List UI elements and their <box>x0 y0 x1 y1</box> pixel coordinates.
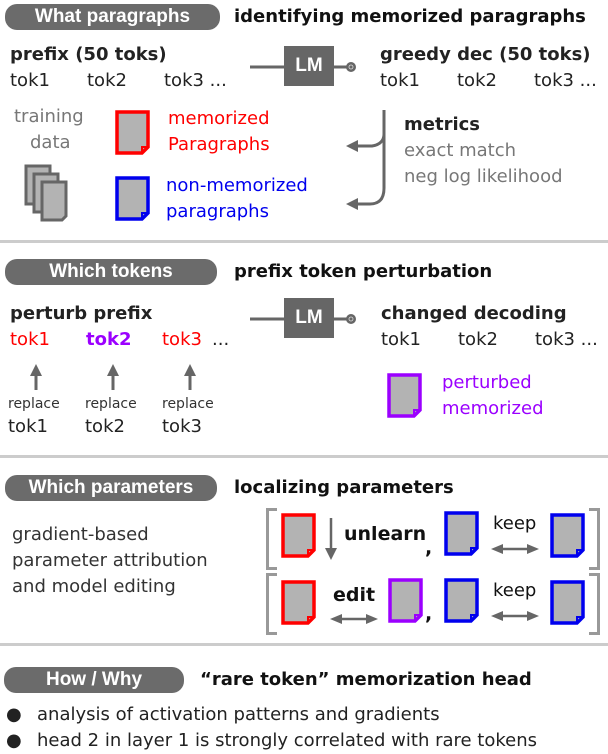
metric-neg-log-likelihood: neg log likelihood <box>404 166 563 187</box>
params-description-line1: gradient-based <box>12 524 149 545</box>
changed-token-1: tok1 <box>381 329 421 350</box>
non-memorized-label-line2: paragraphs <box>166 201 269 222</box>
section-divider-1 <box>0 240 608 243</box>
replace-token-1: tok1 <box>8 416 48 437</box>
section-heading-identifying: identifying memorized paragraphs <box>234 6 586 27</box>
lm-box-2: LM <box>284 298 334 338</box>
training-data-label-line1: training <box>14 106 84 127</box>
edit-bracket-right <box>589 573 600 635</box>
edit-label: edit <box>333 584 376 606</box>
perturbed-label-line2: memorized <box>442 398 544 419</box>
edit-bracket-left <box>266 573 277 635</box>
section-divider-3 <box>0 643 608 646</box>
edit-keep-double-arrow-icon <box>491 611 539 621</box>
metrics-arrows-icon <box>346 110 386 210</box>
changed-token-2: tok2 <box>458 329 498 350</box>
section-pill-what-paragraphs: What paragraphs <box>5 4 220 30</box>
memorized-doc-icon <box>115 110 150 155</box>
non-memorized-doc-icon <box>115 176 150 221</box>
edit-keep-label: keep <box>493 580 537 601</box>
replace-arrow-icon-3 <box>184 364 196 390</box>
training-data-label-line2: data <box>30 132 71 153</box>
params-description-line2: parameter attribution <box>12 550 208 571</box>
bullet-item-1: analysis of activation patterns and grad… <box>37 704 440 725</box>
unlearn-keep-doc-icon-a <box>444 511 479 556</box>
edit-keep-doc-icon-a <box>444 578 479 623</box>
metrics-title: metrics <box>404 114 480 135</box>
output-token-2: tok2 <box>457 70 497 91</box>
bullet-marker-1: ● <box>6 704 22 725</box>
unlearn-bracket-left <box>266 508 277 570</box>
metric-exact-match: exact match <box>404 140 517 161</box>
perturb-token-1: tok1 <box>10 329 50 350</box>
perturb-token-2: tok2 <box>86 329 132 350</box>
edit-keep-doc-icon-b <box>550 580 585 625</box>
unlearn-keep-label: keep <box>493 513 537 534</box>
unlearn-comma: , <box>425 537 433 559</box>
edit-double-arrow-icon <box>330 614 378 624</box>
replace-label-1: replace <box>8 396 60 412</box>
unlearn-keep-double-arrow-icon <box>491 544 539 554</box>
params-description-line3: and model editing <box>12 576 176 597</box>
training-data-stack-icon <box>24 164 68 222</box>
perturbed-doc-icon <box>387 373 422 418</box>
memorized-label-line1: memorized <box>168 108 270 129</box>
prefix-token-1: tok1 <box>10 70 50 91</box>
prefix-token-3: tok3 ... <box>164 70 227 91</box>
perturb-token-ellipsis: ... <box>212 329 230 350</box>
replace-label-2: replace <box>85 396 137 412</box>
replace-token-3: tok3 <box>162 416 202 437</box>
non-memorized-label-line1: non-memorized <box>166 175 308 196</box>
edit-comma: , <box>425 603 433 625</box>
section-heading-prefix-perturbation: prefix token perturbation <box>234 261 493 282</box>
edit-memorized-doc-icon <box>281 580 316 625</box>
replace-label-3: replace <box>162 396 214 412</box>
output-token-3: tok3 ... <box>534 70 597 91</box>
section-pill-which-tokens: Which tokens <box>5 259 217 285</box>
edit-perturbed-doc-icon <box>388 578 423 623</box>
unlearn-memorized-doc-icon <box>281 513 316 558</box>
unlearn-keep-doc-icon-b <box>550 513 585 558</box>
bullet-item-2: head 2 in layer 1 is strongly correlated… <box>37 730 538 751</box>
changed-decoding-label: changed decoding <box>381 303 567 324</box>
prefix-label: prefix (50 toks) <box>10 44 167 65</box>
unlearn-down-arrow-icon <box>325 518 337 560</box>
lm-box: LM <box>284 46 334 86</box>
unlearn-label: unlearn <box>344 523 427 545</box>
changed-token-3: tok3 ... <box>535 329 598 350</box>
bullet-marker-2: ● <box>6 730 22 751</box>
replace-arrow-icon-1 <box>30 364 42 390</box>
greedy-decode-label: greedy dec (50 toks) <box>380 44 591 65</box>
section-pill-which-parameters: Which parameters <box>5 475 217 501</box>
perturb-prefix-label: perturb prefix <box>10 303 153 324</box>
section-divider-2 <box>0 455 608 458</box>
section-pill-how-why: How / Why <box>4 667 184 693</box>
output-token-1: tok1 <box>380 70 420 91</box>
section-heading-rare-token-head: “rare token” memorization head <box>200 669 532 690</box>
prefix-token-2: tok2 <box>87 70 127 91</box>
replace-arrow-icon-2 <box>107 364 119 390</box>
perturb-token-3: tok3 <box>162 329 202 350</box>
perturbed-label-line1: perturbed <box>442 372 532 393</box>
unlearn-bracket-right <box>589 508 600 570</box>
replace-token-2: tok2 <box>85 416 125 437</box>
memorized-label-line2: Paragraphs <box>168 134 270 155</box>
section-heading-localizing: localizing parameters <box>234 477 454 498</box>
